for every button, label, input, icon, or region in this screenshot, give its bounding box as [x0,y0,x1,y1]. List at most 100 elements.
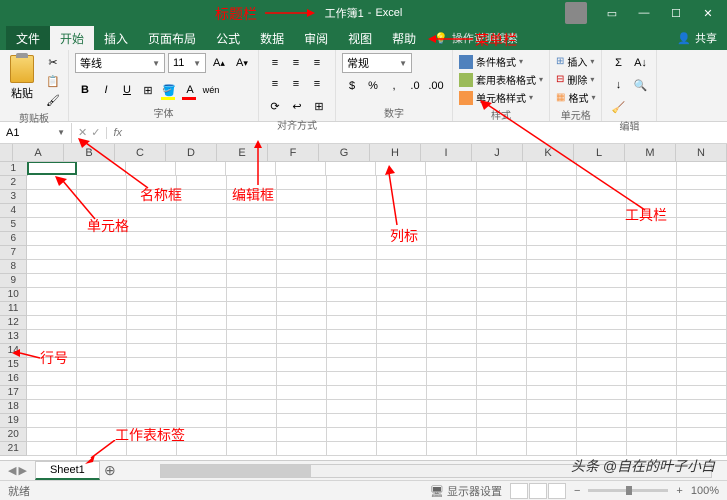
row-header[interactable]: 14 [0,344,27,358]
cell[interactable] [577,344,627,358]
cell[interactable] [577,358,627,372]
cell[interactable] [77,330,127,344]
cell[interactable] [77,218,127,232]
cell[interactable] [27,176,77,190]
row-header[interactable]: 1 [0,162,28,176]
cell[interactable] [27,232,77,246]
cell[interactable] [227,442,277,456]
cell[interactable] [327,400,377,414]
cell[interactable] [477,288,527,302]
column-header[interactable]: E [217,144,268,162]
cell[interactable] [527,386,577,400]
cell[interactable] [27,372,77,386]
cell[interactable] [627,386,677,400]
cell[interactable] [627,204,677,218]
cell[interactable] [277,400,327,414]
cell[interactable] [327,232,377,246]
cell[interactable] [277,386,327,400]
column-header[interactable]: K [523,144,574,162]
cell[interactable] [27,260,77,274]
row-header[interactable]: 3 [0,190,27,204]
cell[interactable] [527,414,577,428]
cell[interactable] [277,316,327,330]
cell[interactable] [427,232,477,246]
conditional-format-button[interactable]: 条件格式▾ [459,53,543,70]
align-bottom-icon[interactable]: ≡ [307,53,327,73]
cell[interactable] [127,288,177,302]
cell[interactable] [377,372,427,386]
cell[interactable] [77,414,127,428]
cell[interactable] [577,204,627,218]
cell[interactable] [677,232,727,246]
name-box[interactable]: A1▼ [0,123,72,143]
cell[interactable] [127,302,177,316]
italic-button[interactable]: I [96,80,116,100]
cell[interactable] [477,246,527,260]
border-button[interactable]: ⊞ [138,80,158,100]
cell[interactable] [377,428,427,442]
cell[interactable] [77,442,127,456]
cell[interactable] [527,162,577,176]
phonetic-button[interactable]: wén [201,80,221,100]
cell[interactable] [276,162,326,176]
cell[interactable] [27,162,77,175]
tab-formula[interactable]: 公式 [206,26,250,50]
align-middle-icon[interactable]: ≡ [286,53,306,73]
cell[interactable] [477,400,527,414]
cancel-formula-icon[interactable]: ✕ [78,126,87,139]
cell[interactable] [377,204,427,218]
tell-me-search[interactable]: 💡 操作说明搜索 [434,26,518,50]
cell[interactable] [77,358,127,372]
cell[interactable] [227,344,277,358]
cell[interactable] [76,162,126,176]
cell[interactable] [527,442,577,456]
user-avatar[interactable] [565,2,587,24]
cell[interactable] [327,246,377,260]
cell[interactable] [527,246,577,260]
row-header[interactable]: 13 [0,330,27,344]
cell[interactable] [277,302,327,316]
zoom-in-icon[interactable]: + [676,485,682,497]
cell[interactable] [377,232,427,246]
cell[interactable] [126,162,176,176]
cell[interactable] [77,232,127,246]
column-header[interactable]: C [115,144,166,162]
cell[interactable] [377,386,427,400]
cell[interactable] [376,162,426,176]
cell[interactable] [127,316,177,330]
tab-view[interactable]: 视图 [338,26,382,50]
cell[interactable] [427,316,477,330]
cell[interactable] [377,260,427,274]
bold-button[interactable]: B [75,80,95,100]
display-settings[interactable]: 🖥 显示器设置 [430,483,502,499]
align-top-icon[interactable]: ≡ [265,53,285,73]
autosum-icon[interactable]: Σ [608,53,628,73]
zoom-out-icon[interactable]: − [574,485,580,497]
cell[interactable] [577,288,627,302]
fill-color-button[interactable]: 🪣 [159,80,179,100]
align-center-icon[interactable]: ≡ [286,74,306,94]
cell[interactable] [127,330,177,344]
cell[interactable] [77,246,127,260]
fill-icon[interactable]: ↓ [608,75,628,95]
cell[interactable] [527,260,577,274]
cell[interactable] [577,372,627,386]
cell[interactable] [427,260,477,274]
cell[interactable] [27,428,77,442]
cell[interactable] [677,330,727,344]
cell[interactable] [477,372,527,386]
cell[interactable] [627,316,677,330]
cell[interactable] [277,442,327,456]
cell[interactable] [527,330,577,344]
cell[interactable] [527,358,577,372]
cell[interactable] [577,330,627,344]
share-button[interactable]: 👤 共享 [667,26,727,50]
clear-icon[interactable]: 🧹 [608,97,628,117]
cell[interactable] [77,260,127,274]
cell[interactable] [127,246,177,260]
cell[interactable] [327,260,377,274]
cell[interactable] [27,246,77,260]
cell[interactable] [277,260,327,274]
cell[interactable] [577,218,627,232]
cell[interactable] [127,344,177,358]
